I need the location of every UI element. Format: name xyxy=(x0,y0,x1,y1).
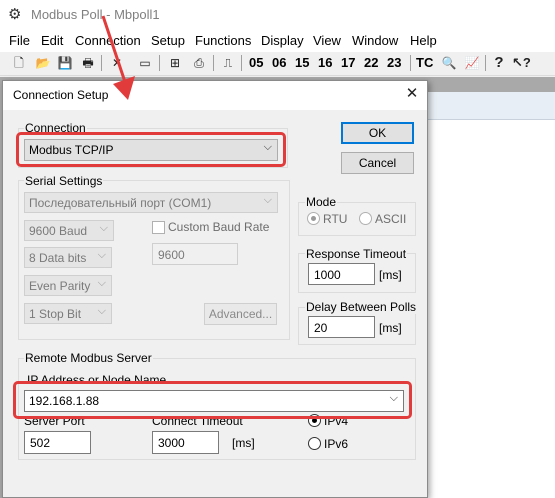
stopbits-value: 1 Stop Bit xyxy=(29,307,82,321)
delay-between-polls-unit: [ms] xyxy=(379,321,402,335)
response-timeout-unit: [ms] xyxy=(379,268,402,282)
child-window xyxy=(418,92,555,498)
chevron-down-icon: ⌵ xyxy=(97,249,106,261)
new-file-icon[interactable]: 🗋 xyxy=(10,54,28,72)
advanced-button[interactable]: Advanced... xyxy=(204,303,277,325)
menu-functions[interactable]: Functions xyxy=(195,33,251,48)
save-icon[interactable]: 💾 xyxy=(56,54,74,72)
menu-display[interactable]: Display xyxy=(261,33,304,48)
custom-baud-checkbox[interactable] xyxy=(152,221,165,234)
ascii-label: ASCII xyxy=(375,212,407,226)
tc-button[interactable]: TC xyxy=(416,55,433,70)
chevron-down-icon: ⌵ xyxy=(97,277,106,289)
func-17-button[interactable]: 17 xyxy=(341,55,355,70)
delay-between-polls-label: Delay Between Polls xyxy=(305,300,418,314)
custom-baud-label: Custom Baud Rate xyxy=(168,220,270,234)
toolbar-separator xyxy=(159,55,160,71)
menu-window[interactable]: Window xyxy=(352,33,398,48)
menu-edit[interactable]: Edit xyxy=(41,33,63,48)
annotation-arrow-icon xyxy=(101,15,135,100)
toolbar-separator xyxy=(213,55,214,71)
func-06-button[interactable]: 06 xyxy=(272,55,286,70)
custom-baud-input[interactable]: 9600 xyxy=(152,243,238,265)
modbus-poll-app-icon: ⚙ xyxy=(8,6,22,23)
chevron-down-icon: ⌵ xyxy=(99,222,108,234)
ipv6-label: IPv6 xyxy=(324,437,349,451)
remote-server-label: Remote Modbus Server xyxy=(24,351,153,365)
serial-port-value: Последовательный порт (COM1) xyxy=(29,196,212,210)
toolbar-separator xyxy=(241,55,242,71)
databits-value: 8 Data bits xyxy=(29,251,87,265)
zoom-icon[interactable]: 🔍 xyxy=(440,54,458,72)
serial-port-select[interactable]: Последовательный порт (COM1) ⌵ xyxy=(24,192,278,213)
menu-file[interactable]: File xyxy=(9,33,30,48)
baud-select[interactable]: 9600 Baud ⌵ xyxy=(24,220,114,241)
close-icon[interactable]: ✕ xyxy=(403,85,421,103)
child-window-titlebar xyxy=(418,92,555,120)
func-05-button[interactable]: 05 xyxy=(249,55,263,70)
databits-select[interactable]: 8 Data bits ⌵ xyxy=(24,247,112,268)
cancel-button[interactable]: Cancel xyxy=(341,152,414,174)
response-timeout-input[interactable]: 1000 xyxy=(308,263,375,285)
help-icon[interactable]: ? xyxy=(490,54,508,72)
parity-select[interactable]: Even Parity ⌵ xyxy=(24,275,112,296)
pulse-icon[interactable]: ⎍ xyxy=(219,54,237,72)
open-folder-icon[interactable]: 📂 xyxy=(34,54,52,72)
printer-alt-icon[interactable]: ⎙ xyxy=(190,54,208,72)
rtu-radio[interactable] xyxy=(307,212,320,225)
serial-settings-label: Serial Settings xyxy=(24,174,104,188)
stopbits-select[interactable]: 1 Stop Bit ⌵ xyxy=(24,303,112,324)
connect-timeout-input[interactable]: 3000 xyxy=(152,431,219,454)
func-15-button[interactable]: 15 xyxy=(295,55,309,70)
chart-icon[interactable]: 📈 xyxy=(463,54,481,72)
func-22-button[interactable]: 22 xyxy=(364,55,378,70)
ip-address-highlight xyxy=(13,381,412,419)
toolbar-separator xyxy=(410,55,411,71)
network-icon[interactable]: ⊞ xyxy=(166,54,184,72)
chevron-down-icon: ⌵ xyxy=(263,194,272,206)
menu-setup[interactable]: Setup xyxy=(151,33,185,48)
connection-highlight xyxy=(16,132,286,167)
baud-value: 9600 Baud xyxy=(29,224,88,238)
delay-between-polls-input[interactable]: 20 xyxy=(308,316,375,338)
parity-value: Even Parity xyxy=(29,279,91,293)
toolbar-separator xyxy=(485,55,486,71)
rtu-label: RTU xyxy=(323,212,348,226)
menu-view[interactable]: View xyxy=(313,33,341,48)
func-16-button[interactable]: 16 xyxy=(318,55,332,70)
context-help-icon[interactable]: ↖? xyxy=(512,54,531,72)
connect-timeout-unit: [ms] xyxy=(232,436,255,450)
menu-help[interactable]: Help xyxy=(410,33,437,48)
ascii-radio[interactable] xyxy=(359,212,372,225)
ipv6-radio[interactable] xyxy=(308,437,321,450)
chevron-down-icon: ⌵ xyxy=(97,305,106,317)
mode-label: Mode xyxy=(305,195,338,209)
ok-button[interactable]: OK xyxy=(341,122,414,144)
server-port-input[interactable]: 502 xyxy=(24,431,91,454)
response-timeout-label: Response Timeout xyxy=(305,247,408,261)
func-23-button[interactable]: 23 xyxy=(387,55,401,70)
